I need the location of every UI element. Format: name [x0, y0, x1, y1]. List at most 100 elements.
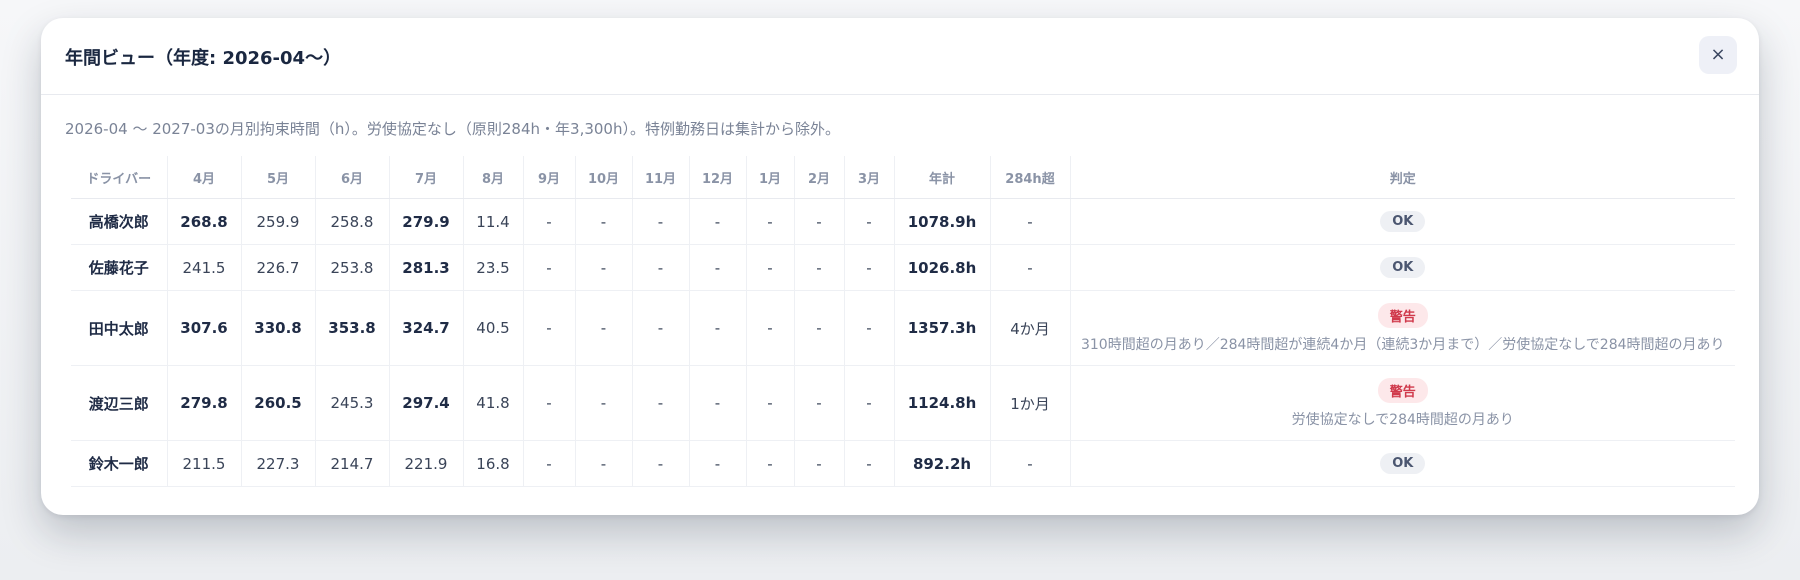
column-header-mar: 3月 — [844, 156, 895, 199]
column-header-verdict: 判定 — [1070, 156, 1735, 199]
month-value: - — [689, 198, 747, 245]
month-value: - — [689, 244, 747, 291]
warning-badge: 警告 — [1377, 302, 1428, 328]
column-header-aug: 8月 — [463, 156, 524, 199]
month-value: - — [844, 365, 895, 441]
column-header-nov: 11月 — [632, 156, 690, 199]
column-header-jan: 1月 — [746, 156, 795, 199]
column-header-oct: 10月 — [575, 156, 633, 199]
table-row: 鈴木一郎 211.5 227.3 214.7 221.9 16.8 - - - … — [71, 440, 1735, 487]
column-header-dec: 12月 — [689, 156, 747, 199]
month-value: - — [746, 198, 795, 245]
verdict-cell: OK — [1070, 244, 1735, 291]
month-value: 353.8 — [315, 290, 390, 366]
verdict-note: 労使協定なしで284時間超の月あり — [1291, 411, 1514, 428]
warning-badge: 警告 — [1377, 377, 1428, 403]
over-284h-count: - — [990, 440, 1071, 487]
month-value: 211.5 — [167, 440, 242, 487]
month-value: - — [844, 440, 895, 487]
column-header-feb: 2月 — [794, 156, 845, 199]
month-value: - — [794, 365, 845, 441]
column-header-jun: 6月 — [315, 156, 390, 199]
month-value: - — [844, 198, 895, 245]
status-badge: OK — [1380, 211, 1426, 232]
verdict-note: 310時間超の月あり／284時間超が連続4か月（連続3か月まで）／労使協定なしで… — [1080, 336, 1725, 353]
column-header-over-284h: 284h超 — [990, 156, 1071, 199]
modal-title: 年間ビュー（年度: 2026-04〜） — [65, 48, 342, 69]
month-value: 307.6 — [167, 290, 242, 366]
month-value: - — [523, 440, 576, 487]
month-value: 11.4 — [463, 198, 524, 245]
table-row: 渡辺三郎 279.8 260.5 245.3 297.4 41.8 - - - … — [71, 365, 1735, 441]
verdict-cell: 警告 労使協定なしで284時間超の月あり — [1070, 365, 1735, 441]
month-value: - — [632, 440, 690, 487]
over-284h-count: - — [990, 198, 1071, 245]
annual-total: 892.2h — [894, 440, 991, 487]
month-value: 297.4 — [389, 365, 464, 441]
driver-name: 佐藤花子 — [71, 244, 168, 291]
month-value: 279.8 — [167, 365, 242, 441]
modal-description: 2026-04 〜 2027-03の月別拘束時間（h）。労使協定なし（原則284… — [65, 120, 840, 138]
column-header-annual-total: 年計 — [894, 156, 991, 199]
verdict-cell: 警告 310時間超の月あり／284時間超が連続4か月（連続3か月まで）／労使協定… — [1070, 290, 1735, 366]
annual-view-modal: 年間ビュー（年度: 2026-04〜） × 2026-04 〜 2027-03の… — [41, 18, 1759, 515]
table-row: 高橋次郎 268.8 259.9 258.8 279.9 11.4 - - - … — [71, 198, 1735, 245]
month-value: 259.9 — [241, 198, 316, 245]
month-value: 281.3 — [389, 244, 464, 291]
column-header-driver: ドライバー — [71, 156, 168, 199]
month-value: - — [575, 440, 633, 487]
table-row: 佐藤花子 241.5 226.7 253.8 281.3 23.5 - - - … — [71, 244, 1735, 291]
column-header-may: 5月 — [241, 156, 316, 199]
annual-total: 1026.8h — [894, 244, 991, 291]
month-value: - — [632, 290, 690, 366]
month-value: 226.7 — [241, 244, 316, 291]
month-value: - — [575, 365, 633, 441]
month-value: 324.7 — [389, 290, 464, 366]
over-284h-count: - — [990, 244, 1071, 291]
month-value: - — [632, 198, 690, 245]
close-button[interactable]: × — [1699, 36, 1737, 74]
month-value: 330.8 — [241, 290, 316, 366]
month-value: - — [794, 244, 845, 291]
month-value: - — [746, 290, 795, 366]
driver-name: 田中太郎 — [71, 290, 168, 366]
month-value: 40.5 — [463, 290, 524, 366]
month-value: - — [632, 244, 690, 291]
month-value: - — [523, 290, 576, 366]
month-value: - — [794, 198, 845, 245]
annual-hours-table: ドライバー 4月 5月 6月 7月 8月 9月 10月 11月 12月 1月 2… — [71, 156, 1735, 487]
table-row: 田中太郎 307.6 330.8 353.8 324.7 40.5 - - - … — [71, 290, 1735, 366]
month-value: - — [746, 440, 795, 487]
month-value: 23.5 — [463, 244, 524, 291]
month-value: - — [794, 290, 845, 366]
driver-name: 高橋次郎 — [71, 198, 168, 245]
month-value: 268.8 — [167, 198, 242, 245]
driver-name: 渡辺三郎 — [71, 365, 168, 441]
month-value: 241.5 — [167, 244, 242, 291]
annual-table-container: ドライバー 4月 5月 6月 7月 8月 9月 10月 11月 12月 1月 2… — [71, 156, 1735, 506]
over-284h-count: 1か月 — [990, 365, 1071, 441]
column-header-sep: 9月 — [523, 156, 576, 199]
month-value: 260.5 — [241, 365, 316, 441]
month-value: 41.8 — [463, 365, 524, 441]
status-badge: OK — [1380, 257, 1426, 278]
annual-total: 1124.8h — [894, 365, 991, 441]
month-value: 279.9 — [389, 198, 464, 245]
status-badge: OK — [1380, 453, 1426, 474]
table-header-row: ドライバー 4月 5月 6月 7月 8月 9月 10月 11月 12月 1月 2… — [71, 156, 1735, 199]
month-value: 258.8 — [315, 198, 390, 245]
month-value: - — [844, 244, 895, 291]
column-header-apr: 4月 — [167, 156, 242, 199]
verdict-cell: OK — [1070, 440, 1735, 487]
modal-header: 年間ビュー（年度: 2026-04〜） × — [41, 18, 1759, 95]
month-value: 214.7 — [315, 440, 390, 487]
month-value: 227.3 — [241, 440, 316, 487]
month-value: - — [844, 290, 895, 366]
month-value: - — [689, 290, 747, 366]
annual-total: 1357.3h — [894, 290, 991, 366]
month-value: - — [523, 244, 576, 291]
annual-total: 1078.9h — [894, 198, 991, 245]
driver-name: 鈴木一郎 — [71, 440, 168, 487]
verdict-cell: OK — [1070, 198, 1735, 245]
month-value: - — [575, 244, 633, 291]
